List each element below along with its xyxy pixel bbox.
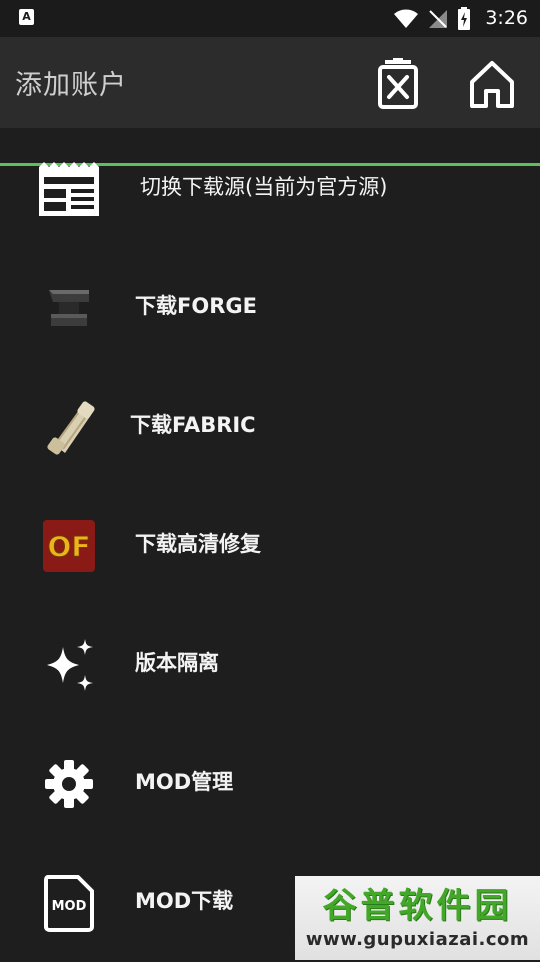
status-time: 3:26 xyxy=(485,7,528,29)
watermark-url: www.gupuxiazai.com xyxy=(305,928,530,950)
sparkles-icon xyxy=(36,632,102,698)
newspaper-icon xyxy=(36,156,102,222)
menu-item-label: 下载高清修复 xyxy=(135,532,261,556)
close-button[interactable] xyxy=(372,56,424,112)
menu-item-version-isolation[interactable]: 版本隔离 xyxy=(0,605,540,724)
menu-item-label: 切换下载源(当前为官方源) xyxy=(140,175,388,199)
status-bar: A 3:26 xyxy=(0,0,540,37)
status-icons: 3:26 xyxy=(393,0,528,37)
app-bar: 添加账户 xyxy=(0,37,540,166)
menu-item-download-optifine[interactable]: OF 下载高清修复 xyxy=(0,486,540,605)
anvil-icon xyxy=(36,275,102,341)
menu-item-label: MOD管理 xyxy=(135,770,234,794)
watermark-brand: 谷普软件园 xyxy=(322,885,513,926)
menu-item-label: 版本隔离 xyxy=(135,651,219,675)
page-title: 添加账户 xyxy=(15,70,127,101)
watermark-logo: 谷普软件园 www.gupuxiazai.com xyxy=(295,876,540,960)
menu-item-label: 下载FABRIC xyxy=(130,413,256,437)
home-button[interactable] xyxy=(466,56,518,112)
home-icon xyxy=(470,61,514,108)
optifine-icon: OF xyxy=(36,513,102,579)
mod-file-icon: MOD xyxy=(36,870,102,936)
delete-x-icon xyxy=(378,58,418,109)
gear-icon xyxy=(36,751,102,817)
menu-item-label: MOD下载 xyxy=(135,889,234,913)
battery-charging-icon xyxy=(458,6,471,30)
menu-list: 切换下载源(当前为官方源) 下载FORGE 下载FABRIC OF 下载高清修复… xyxy=(0,129,540,962)
menu-item-mod-management[interactable]: MOD管理 xyxy=(0,724,540,843)
menu-item-label: 下载FORGE xyxy=(135,294,257,318)
app-notification-icon: A xyxy=(19,9,34,25)
optifine-icon-text: OF xyxy=(48,530,91,563)
menu-item-download-fabric[interactable]: 下载FABRIC xyxy=(0,367,540,486)
menu-item-switch-source[interactable]: 切换下载源(当前为官方源) xyxy=(0,129,540,248)
menu-item-download-forge[interactable]: 下载FORGE xyxy=(0,248,540,367)
no-signal-icon xyxy=(429,9,448,28)
mod-file-icon-text: MOD xyxy=(52,899,87,914)
fabric-scroll-icon xyxy=(36,394,102,460)
wifi-icon xyxy=(394,9,419,28)
